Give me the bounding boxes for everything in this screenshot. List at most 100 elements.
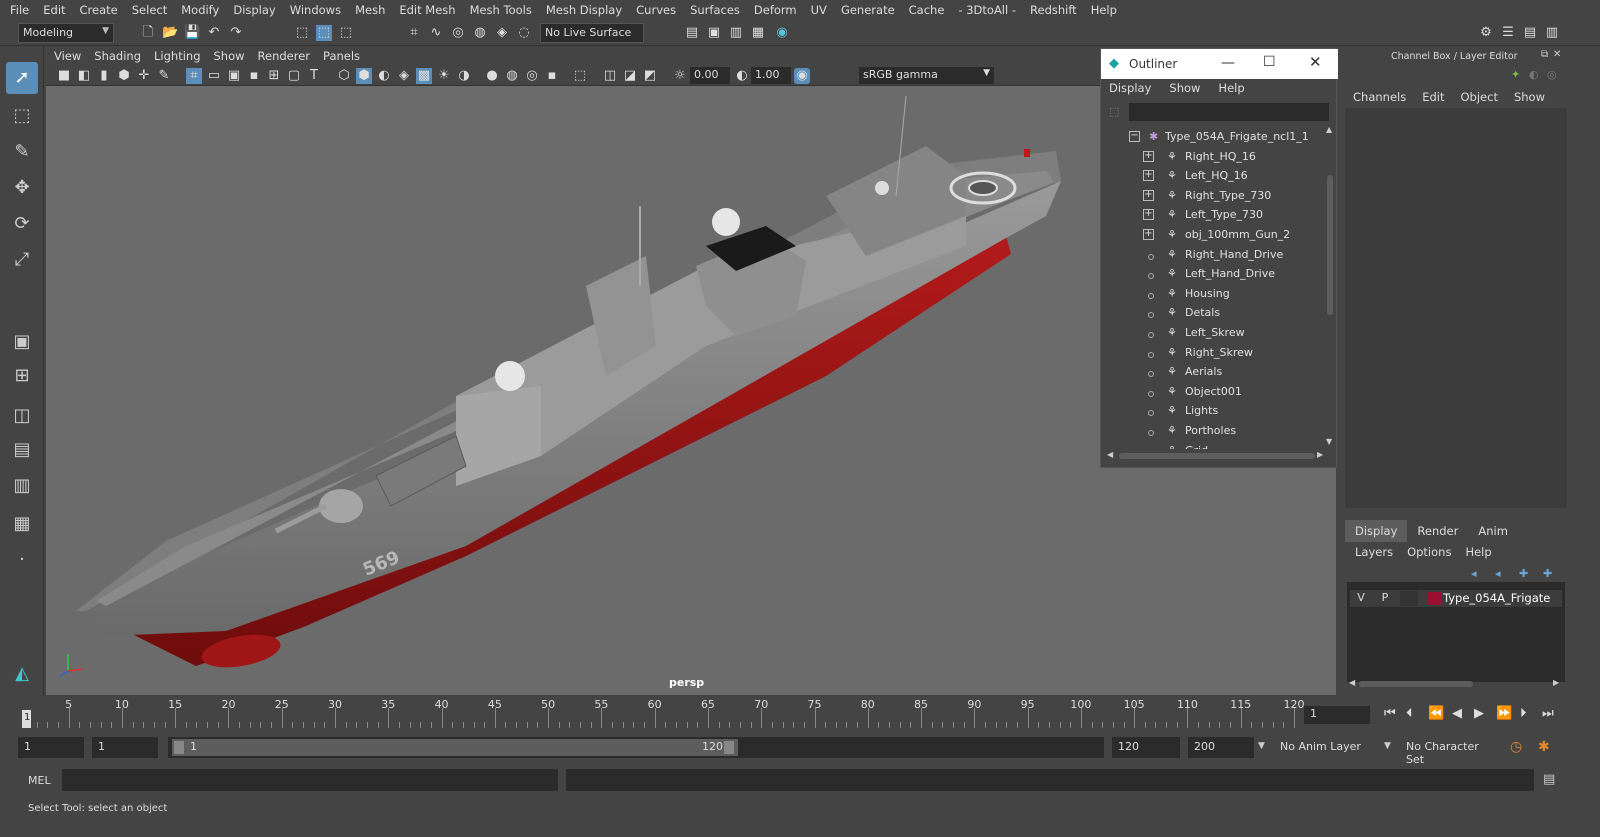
outliner-layout-icon[interactable]: ▤ xyxy=(6,434,38,466)
menu-item[interactable]: Cache xyxy=(909,3,945,17)
outliner-menu-item[interactable]: Display xyxy=(1109,81,1151,95)
safe-title-icon[interactable]: T xyxy=(306,68,322,84)
outliner-item[interactable]: ⚘ Left_Hand_Drive xyxy=(1105,264,1323,284)
animation-start-field[interactable]: 1 xyxy=(18,737,84,758)
tab-anim[interactable]: Anim xyxy=(1468,520,1518,542)
outliner-search-input[interactable] xyxy=(1129,103,1329,121)
view-transform-dropdown[interactable]: sRGB gamma ▼ xyxy=(859,67,994,84)
layer-playback-toggle[interactable]: P xyxy=(1376,591,1394,606)
depth-of-field-icon[interactable]: ▪ xyxy=(544,68,560,84)
channel-box-menu-item[interactable]: Channels xyxy=(1353,90,1406,104)
outliner-menu-item[interactable]: Show xyxy=(1169,81,1200,95)
range-slider[interactable]: 1 120 xyxy=(168,737,1104,758)
snap-point-icon[interactable]: ◎ xyxy=(450,25,466,41)
ipr-render-icon[interactable]: ▥ xyxy=(728,25,744,41)
range-start-grip[interactable] xyxy=(174,741,184,754)
animation-end-field[interactable]: 200 xyxy=(1188,737,1254,758)
outliner-root-item[interactable]: − ✱ Type_054A_Frigate_ncl1_1 xyxy=(1105,127,1323,147)
exposure-field[interactable]: 0.00 xyxy=(690,67,730,84)
workspace-icon[interactable]: ⚙ xyxy=(1478,25,1494,41)
use-all-lights-icon[interactable]: ☀ xyxy=(436,68,452,84)
camera-icon[interactable]: ■ xyxy=(56,68,72,84)
menu-item[interactable]: Surfaces xyxy=(690,3,740,17)
step-back-frame-icon[interactable]: ⏴ xyxy=(1406,706,1413,721)
grease-pencil-icon[interactable]: ✎ xyxy=(156,68,172,84)
layer-menu-item[interactable]: Options xyxy=(1407,545,1451,559)
new-scene-icon[interactable]: 🗋 xyxy=(140,25,156,41)
camera-attributes-icon[interactable]: ◧ xyxy=(76,68,92,84)
outliner-item[interactable]: ⚘ Right_Skrew xyxy=(1105,343,1323,363)
shadows-icon[interactable]: ◑ xyxy=(456,68,472,84)
channel-setting-icon[interactable]: ◎ xyxy=(1547,68,1557,81)
close-icon[interactable]: ✕ xyxy=(1553,49,1561,60)
menu-item[interactable]: UV xyxy=(811,3,827,17)
select-object-icon[interactable]: ⬚ xyxy=(316,25,332,41)
menu-item[interactable]: Help xyxy=(1091,3,1117,17)
chevron-down-icon[interactable]: ▼ xyxy=(1258,741,1265,751)
select-hierarchy-icon[interactable]: ⬚ xyxy=(294,25,310,41)
select-component-icon[interactable]: ⬚ xyxy=(338,25,354,41)
outliner-item[interactable]: ⚘ Object001 xyxy=(1105,382,1323,402)
channel-toggle-icon[interactable]: ◐ xyxy=(1529,68,1539,81)
channel-box-menu-item[interactable]: Object xyxy=(1461,90,1498,104)
xray-icon[interactable]: ◫ xyxy=(602,68,618,84)
anim-layer-dropdown[interactable]: No Anim Layer xyxy=(1274,737,1380,758)
scale-tool-icon[interactable]: ⤢ xyxy=(6,244,38,276)
outliner-item[interactable]: + ⚘ Right_Type_730 xyxy=(1105,186,1323,206)
layer-color-swatch[interactable] xyxy=(1427,592,1441,605)
time-slider[interactable]: 5 10 15 20 25 30 35 40 45 50 55 60 65 70 75 80 85 90 95 100… xyxy=(12,698,1305,730)
menu-item[interactable]: File xyxy=(10,3,29,17)
menu-item[interactable]: Redshift xyxy=(1030,3,1077,17)
single-perspective-layout-icon[interactable]: ▣ xyxy=(6,326,38,358)
scroll-left-icon[interactable]: ◀ xyxy=(1349,678,1355,687)
undo-icon[interactable]: ↶ xyxy=(206,25,222,41)
go-to-end-icon[interactable]: ⏭ xyxy=(1542,706,1554,721)
scroll-left-icon[interactable]: ◀ xyxy=(1107,450,1113,459)
menu-set-dropdown[interactable]: Modeling ▼ xyxy=(18,23,114,43)
motion-blur-icon[interactable]: ◍ xyxy=(504,68,520,84)
outliner-item[interactable]: + ⚘ Left_Type_730 xyxy=(1105,205,1323,225)
go-to-start-icon[interactable]: ⏮ xyxy=(1384,706,1396,721)
channel-box-menu-item[interactable]: Show xyxy=(1514,90,1545,104)
scroll-right-icon[interactable]: ▶ xyxy=(1317,450,1323,459)
move-tool-icon[interactable]: ✥ xyxy=(6,172,38,204)
screen-space-ao-icon[interactable]: ● xyxy=(484,68,500,84)
layer-display-type-toggle[interactable] xyxy=(1400,591,1418,606)
render-settings-icon[interactable]: ▤ xyxy=(684,25,700,41)
snap-view-icon[interactable]: ◍ xyxy=(472,25,488,41)
range-slider-handle[interactable] xyxy=(172,739,738,756)
viewport-menu-item[interactable]: Renderer xyxy=(258,49,311,63)
animation-preferences-icon[interactable]: ✱ xyxy=(1538,739,1550,755)
float-panel-icon[interactable]: ⧉ xyxy=(1541,49,1548,60)
resolution-gate-icon[interactable]: ▣ xyxy=(226,68,242,84)
layer-horizontal-scrollbar[interactable]: ◀ ▶ xyxy=(1349,678,1563,690)
outliner-item[interactable]: ⚘ Grid xyxy=(1105,441,1323,450)
snap-surface-icon[interactable]: ◈ xyxy=(494,25,510,41)
filter-icon[interactable]: ⬚ xyxy=(1109,105,1119,118)
paint-select-icon[interactable]: ✎ xyxy=(6,136,38,168)
menu-item[interactable]: Display xyxy=(233,3,275,17)
playback-start-field[interactable]: 1 xyxy=(92,737,158,758)
menu-item[interactable]: Curves xyxy=(636,3,676,17)
menu-item[interactable]: Create xyxy=(80,3,118,17)
gamma-field[interactable]: 1.00 xyxy=(751,67,791,84)
new-empty-layer-icon[interactable]: ✚ xyxy=(1519,567,1528,580)
more-layouts-icon[interactable]: · xyxy=(6,544,38,576)
xray-joints-icon[interactable]: ◪ xyxy=(622,68,638,84)
rotate-tool-icon[interactable]: ⟳ xyxy=(6,208,38,240)
hypershade-layout-icon[interactable]: ▦ xyxy=(6,508,38,540)
layer-menu-item[interactable]: Help xyxy=(1465,545,1491,559)
step-back-key-icon[interactable]: ⏪ xyxy=(1428,706,1444,721)
menu-item[interactable]: Deform xyxy=(754,3,797,17)
viewport-menu-item[interactable]: Shading xyxy=(94,49,141,63)
viewport-menu-item[interactable]: Lighting xyxy=(154,49,200,63)
isolate-select-icon[interactable]: ⬚ xyxy=(572,68,588,84)
close-icon[interactable]: ✕ xyxy=(1309,53,1322,71)
menu-item[interactable]: Modify xyxy=(181,3,219,17)
expand-icon[interactable]: + xyxy=(1143,209,1154,221)
four-view-layout-icon[interactable]: ⊞ xyxy=(6,360,38,392)
scroll-right-icon[interactable]: ▶ xyxy=(1553,678,1559,687)
outliner-item[interactable]: + ⚘ obj_100mm_Gun_2 xyxy=(1105,225,1323,245)
tab-render[interactable]: Render xyxy=(1407,520,1468,542)
move-layer-up-icon[interactable]: ◂ xyxy=(1471,567,1477,580)
